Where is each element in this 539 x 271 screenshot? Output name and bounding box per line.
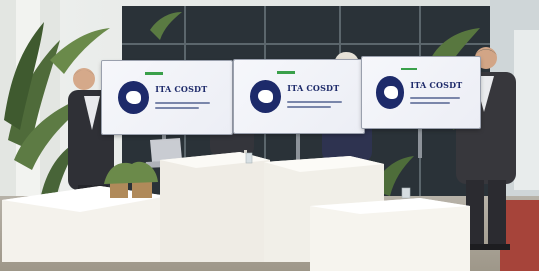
ita-cosdt-logo-icon: [117, 80, 149, 115]
water-glass: [245, 152, 253, 164]
logo-accent-bar: [144, 71, 164, 75]
ita-cosdt-logo-icon: [249, 79, 281, 114]
screen-subtitle-line: [410, 101, 451, 104]
screen-stand-3: [418, 128, 422, 158]
screen-subtitle-line: [287, 105, 332, 108]
presentation-screen-center: ITA COSDT: [234, 60, 364, 133]
ita-cosdt-logo-icon: [376, 76, 405, 109]
presentation-screen-left: ITA COSDT: [102, 61, 232, 134]
stage-scene: [0, 0, 539, 271]
screen-brand-text: ITA COSDT: [410, 79, 463, 90]
screen-subtitle-line: [155, 106, 200, 109]
screen-subtitle-line: [410, 96, 460, 99]
logo-accent-bar: [276, 70, 296, 74]
presentation-screen-right: ITA COSDT: [362, 57, 480, 128]
screen-brand-text: ITA COSDT: [287, 83, 340, 94]
screen-brand-text: ITA COSDT: [155, 84, 208, 95]
event-photo: ITA COSDT ITA COSDT ITA COSDT: [0, 0, 539, 271]
logo-accent-bar: [400, 67, 418, 71]
screen-stand-2: [296, 133, 300, 163]
screen-subtitle-line: [287, 100, 342, 103]
right-window: [514, 30, 539, 190]
screen-subtitle-line: [155, 101, 210, 104]
water-glass-right: [401, 187, 411, 199]
